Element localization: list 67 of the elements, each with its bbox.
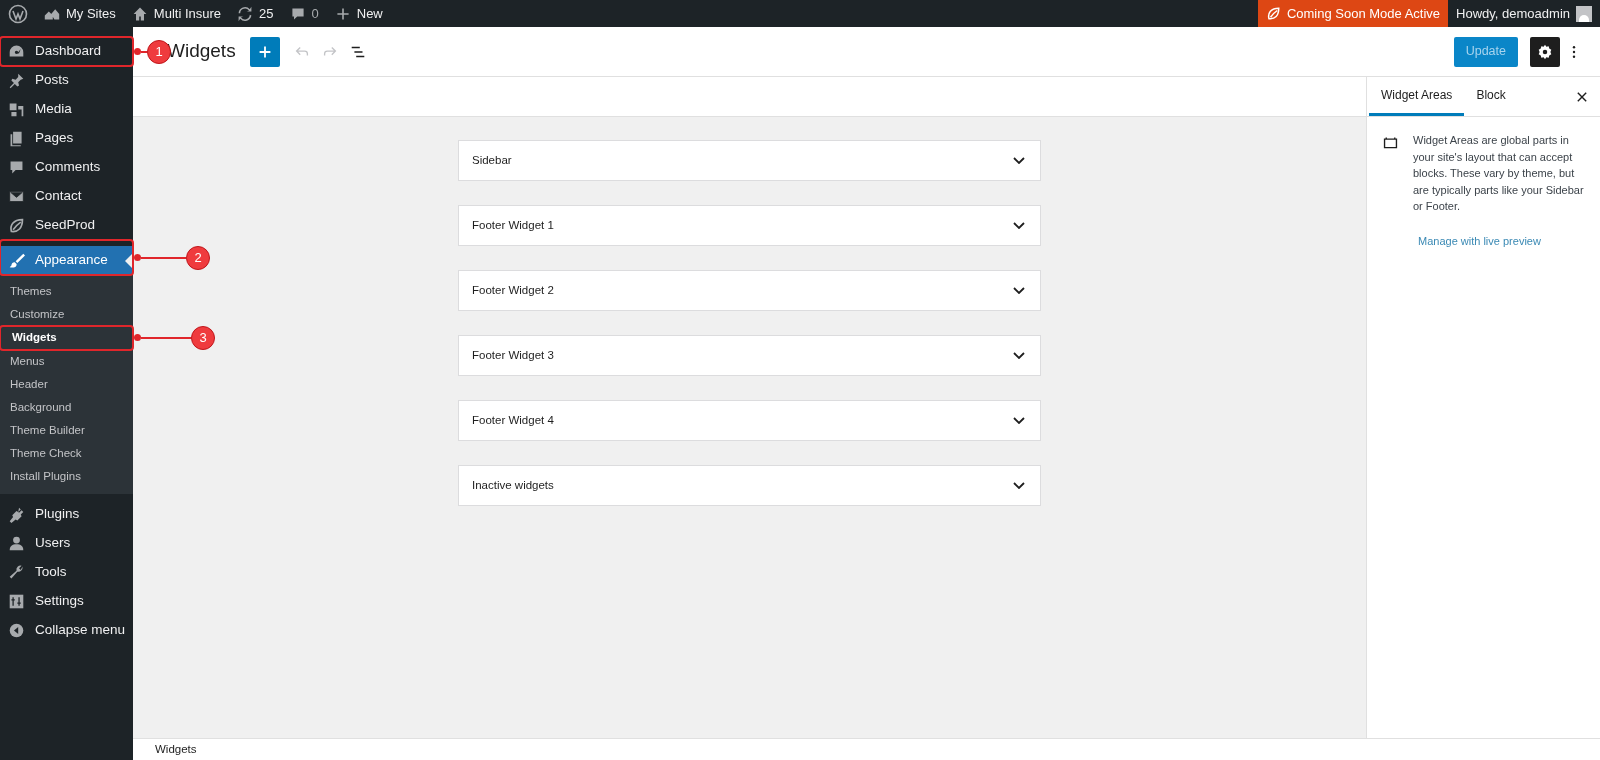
chevron-down-icon — [1013, 157, 1025, 164]
sidebar-item[interactable]: Plugins — [0, 499, 133, 529]
wordpress-logo-icon — [8, 3, 28, 24]
chevron-down-icon — [1013, 417, 1025, 424]
sidebar-item[interactable]: Contact — [0, 182, 133, 211]
envelope-icon — [8, 188, 25, 205]
submenu-item[interactable]: Background — [0, 395, 133, 420]
widget-area-panel[interactable]: Sidebar — [458, 140, 1041, 181]
submenu-item[interactable]: Menus — [0, 349, 133, 373]
widget-area-panel[interactable]: Inactive widgets — [458, 465, 1041, 506]
admin-bar-link[interactable]: 0 — [281, 0, 327, 27]
widget-area-panel[interactable]: Footer Widget 2 — [458, 270, 1041, 311]
submenu-item[interactable]: Header — [0, 372, 133, 396]
user-icon — [8, 534, 25, 552]
avatar-icon — [1576, 5, 1592, 22]
settings-button[interactable] — [1530, 36, 1560, 67]
chevron-down-icon — [1013, 482, 1025, 489]
sidebar-item[interactable]: Tools — [0, 557, 133, 587]
submenu-item[interactable]: Install Plugins — [0, 465, 133, 489]
submenu-item[interactable]: Theme Check — [0, 442, 133, 466]
wrench-icon — [8, 563, 25, 581]
plus-icon — [334, 5, 351, 22]
pages-icon — [8, 130, 25, 147]
sidebar-item[interactable]: Appearance — [0, 246, 133, 275]
sidebar-item[interactable]: Pages — [0, 124, 133, 153]
sidebar-item[interactable]: Dashboard — [0, 37, 133, 66]
live-preview-link[interactable]: Manage with live preview — [1418, 232, 1590, 249]
sidebar-item[interactable]: Collapse menu — [0, 615, 133, 645]
submenu-item[interactable]: Widgets — [2, 326, 131, 350]
sidebar-item[interactable]: SeedProd — [0, 211, 133, 240]
chevron-down-icon — [1013, 287, 1025, 294]
widget-area-panel[interactable]: Footer Widget 4 — [458, 400, 1041, 441]
leaf-icon — [1265, 6, 1281, 21]
add-block-button[interactable] — [249, 36, 280, 67]
panel-description: Widget Areas are global parts in your site's layout that can accept blocks. These vary by theme, but are typically parts like your Sidebar or Footer. — [1413, 133, 1585, 214]
account-menu[interactable]: Howdy, demoadmin — [1448, 0, 1600, 27]
pushpin-icon — [8, 72, 25, 89]
sidebar-item[interactable]: Comments — [0, 153, 133, 182]
widget-area-panel[interactable]: Footer Widget 1 — [458, 205, 1041, 246]
submenu-item[interactable]: Customize — [0, 303, 133, 327]
panel-tab[interactable]: Widget Areas — [1369, 77, 1465, 116]
paintbrush-icon — [8, 252, 25, 269]
admin-bar-link[interactable]: New — [326, 0, 391, 27]
sliders-icon — [8, 592, 25, 610]
admin-bar-link[interactable]: My Sites — [36, 0, 124, 27]
gauge-icon — [8, 43, 25, 60]
admin-bar-link[interactable]: Multi Insure — [123, 0, 230, 27]
panel-tab[interactable]: Block — [1464, 77, 1518, 116]
speech-bubble-icon — [8, 159, 25, 176]
sidebar-item[interactable]: Media — [0, 95, 133, 124]
leaf-icon — [8, 217, 25, 234]
admin-bar-link[interactable]: 25 — [229, 0, 282, 27]
chevron-down-icon — [1013, 222, 1025, 229]
submenu-item[interactable]: Themes — [0, 280, 133, 304]
widget-area-icon — [1382, 134, 1399, 151]
plug-icon — [8, 505, 25, 523]
speech-bubble-icon — [289, 5, 306, 22]
widget-area-panel[interactable]: Footer Widget 3 — [458, 335, 1041, 376]
sidebar-item[interactable]: Posts — [0, 66, 133, 95]
refresh-icon — [237, 5, 254, 22]
home-icon — [131, 5, 148, 22]
chevron-down-icon — [1013, 352, 1025, 359]
sidebar-item[interactable]: Settings — [0, 586, 133, 616]
submenu-item[interactable]: Theme Builder — [0, 419, 133, 443]
coming-soon-badge[interactable]: Coming Soon Mode Active — [1257, 0, 1449, 27]
sidebar-item[interactable]: Users — [0, 528, 133, 558]
breadcrumb[interactable]: Widgets — [155, 740, 197, 759]
